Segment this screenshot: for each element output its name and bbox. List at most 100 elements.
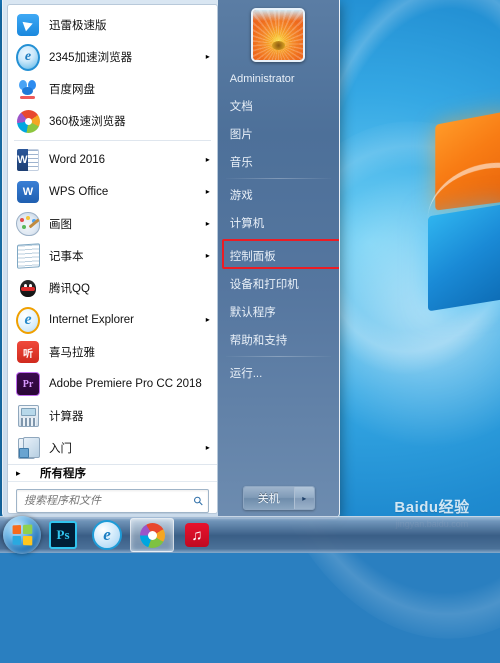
place-item[interactable]: 计算机	[218, 209, 339, 237]
submenu-arrow-icon[interactable]: ▸	[203, 443, 213, 453]
program-icon-wrap: W	[16, 180, 40, 204]
taskbar-item-photoshop[interactable]: Ps	[42, 519, 84, 551]
taskbar-item-internet-explorer[interactable]: e	[86, 519, 128, 551]
program-label: 百度网盘	[49, 84, 95, 96]
submenu-arrow-icon[interactable]: ▸	[203, 52, 213, 62]
program-icon-wrap	[16, 13, 40, 37]
place-item[interactable]: 游戏	[218, 181, 339, 209]
place-item[interactable]: 运行...	[218, 359, 339, 387]
program-item[interactable]: W WPS Office ▸	[8, 176, 217, 208]
program-item[interactable]: 迅雷极速版	[8, 9, 217, 41]
place-label: 音乐	[229, 157, 253, 169]
program-icon-wrap	[16, 212, 40, 236]
program-label: 腾讯QQ	[49, 283, 90, 295]
place-label: 默认程序	[229, 307, 276, 319]
taskbar-item-netease-music[interactable]: ♫	[176, 519, 218, 551]
windows-logo-wallpaper	[428, 110, 500, 324]
submenu-arrow-icon[interactable]: ▸	[203, 251, 213, 261]
program-item[interactable]: 腾讯QQ	[8, 272, 217, 304]
program-item[interactable]: e Internet Explorer ▸	[8, 304, 217, 336]
360-icon	[16, 109, 40, 133]
place-label: 运行...	[229, 368, 263, 380]
baidu-pan-icon	[17, 78, 39, 100]
program-item[interactable]: 入门 ▸	[8, 432, 217, 464]
place-label: 控制面板	[229, 251, 276, 263]
taskbar-buttons: Ps e ♫	[0, 516, 219, 554]
netease-music-icon: ♫	[185, 523, 209, 547]
program-item[interactable]: 360极速浏览器	[8, 105, 217, 137]
program-icon-wrap: e	[16, 43, 40, 71]
program-label: Internet Explorer	[49, 314, 135, 326]
submenu-arrow-icon[interactable]: ▸	[203, 219, 213, 229]
all-programs-button[interactable]: ▸ 所有程序	[8, 464, 217, 481]
program-icon-wrap: W	[16, 148, 40, 172]
submenu-arrow-icon[interactable]: ▸	[203, 187, 213, 197]
qq-icon	[18, 277, 38, 299]
program-item[interactable]: 听喜马拉雅	[8, 336, 217, 368]
program-label: 2345加速浏览器	[49, 52, 133, 64]
program-list: 迅雷极速版 e 2345加速浏览器 ▸ 百度网盘 360极速浏览器 W Word 2016 ▸ W…	[8, 5, 217, 464]
program-item[interactable]: W Word 2016 ▸	[8, 144, 217, 176]
2345-icon: e	[16, 43, 40, 71]
start-button[interactable]	[3, 516, 41, 554]
shutdown-button[interactable]: 关机 ▸	[242, 486, 315, 510]
place-label: 计算机	[229, 218, 265, 230]
program-icon-wrap	[16, 109, 40, 133]
shutdown-area: 关机 ▸	[218, 486, 339, 510]
places-list: Administrator 文档图片音乐游戏计算机控制面板设备和打印机默认程序帮助…	[218, 66, 339, 387]
program-icon-wrap	[16, 436, 40, 460]
submenu-arrow-icon[interactable]: ▸	[203, 315, 213, 325]
shutdown-options-arrow-icon[interactable]: ▸	[294, 487, 314, 509]
start-menu: 迅雷极速版 e 2345加速浏览器 ▸ 百度网盘 360极速浏览器 W Word 2016 ▸ W…	[2, 0, 340, 519]
program-item[interactable]: 记事本 ▸	[8, 240, 217, 272]
thunder-icon	[17, 14, 39, 36]
place-item[interactable]: 控制面板	[218, 242, 339, 270]
program-label: Word 2016	[49, 154, 106, 166]
program-item[interactable]: 画图 ▸	[8, 208, 217, 240]
paint-icon	[16, 212, 40, 236]
program-item[interactable]: e 2345加速浏览器 ▸	[8, 41, 217, 73]
places-divider	[225, 239, 331, 240]
program-icon-wrap	[16, 243, 40, 269]
user-name[interactable]: Administrator	[218, 66, 339, 92]
notepad-icon	[16, 243, 40, 269]
place-label: 游戏	[229, 190, 253, 202]
place-label: Administrator	[229, 73, 295, 85]
start-menu-left-pane: 迅雷极速版 e 2345加速浏览器 ▸ 百度网盘 360极速浏览器 W Word 2016 ▸ W…	[7, 4, 218, 514]
start-menu-right-pane: Administrator 文档图片音乐游戏计算机控制面板设备和打印机默认程序帮助…	[217, 0, 339, 518]
submenu-arrow-icon[interactable]: ▸	[203, 155, 213, 165]
place-item[interactable]: 设备和打印机	[218, 270, 339, 298]
place-item[interactable]: 文档	[218, 92, 339, 120]
place-label: 文档	[229, 101, 253, 113]
program-icon-wrap: Pr	[16, 372, 40, 396]
place-item[interactable]: 图片	[218, 120, 339, 148]
taskbar: Ps e ♫	[0, 516, 500, 554]
chevron-right-icon: ▸	[16, 467, 21, 478]
place-label: 图片	[229, 129, 253, 141]
program-label: 记事本	[49, 251, 84, 263]
program-label: 入门	[49, 443, 72, 455]
chrome-icon	[139, 522, 165, 548]
program-list-divider	[14, 140, 211, 141]
program-item[interactable]: 计算器	[8, 400, 217, 432]
windows-flag-icon	[12, 524, 33, 546]
place-item[interactable]: 音乐	[218, 148, 339, 176]
getting-started-icon	[17, 437, 40, 459]
places-divider	[225, 356, 331, 357]
search-area: ⚲	[8, 481, 217, 518]
calculator-icon	[17, 405, 39, 427]
program-item[interactable]: Pr Adobe Premiere Pro CC 2018	[8, 368, 217, 400]
place-item[interactable]: 默认程序	[218, 298, 339, 326]
photoshop-icon: Ps	[49, 521, 77, 549]
search-box[interactable]: ⚲	[16, 489, 209, 513]
place-item[interactable]: 帮助和支持	[218, 326, 339, 354]
program-item[interactable]: 百度网盘	[8, 73, 217, 105]
program-icon-wrap	[16, 276, 40, 300]
program-icon-wrap	[16, 404, 40, 428]
avatar[interactable]	[251, 8, 306, 62]
premiere-icon: Pr	[16, 372, 40, 396]
search-input[interactable]	[22, 494, 194, 508]
program-label: WPS Office	[49, 186, 109, 198]
taskbar-item-chrome[interactable]	[130, 518, 174, 552]
program-label: 喜马拉雅	[49, 347, 95, 359]
